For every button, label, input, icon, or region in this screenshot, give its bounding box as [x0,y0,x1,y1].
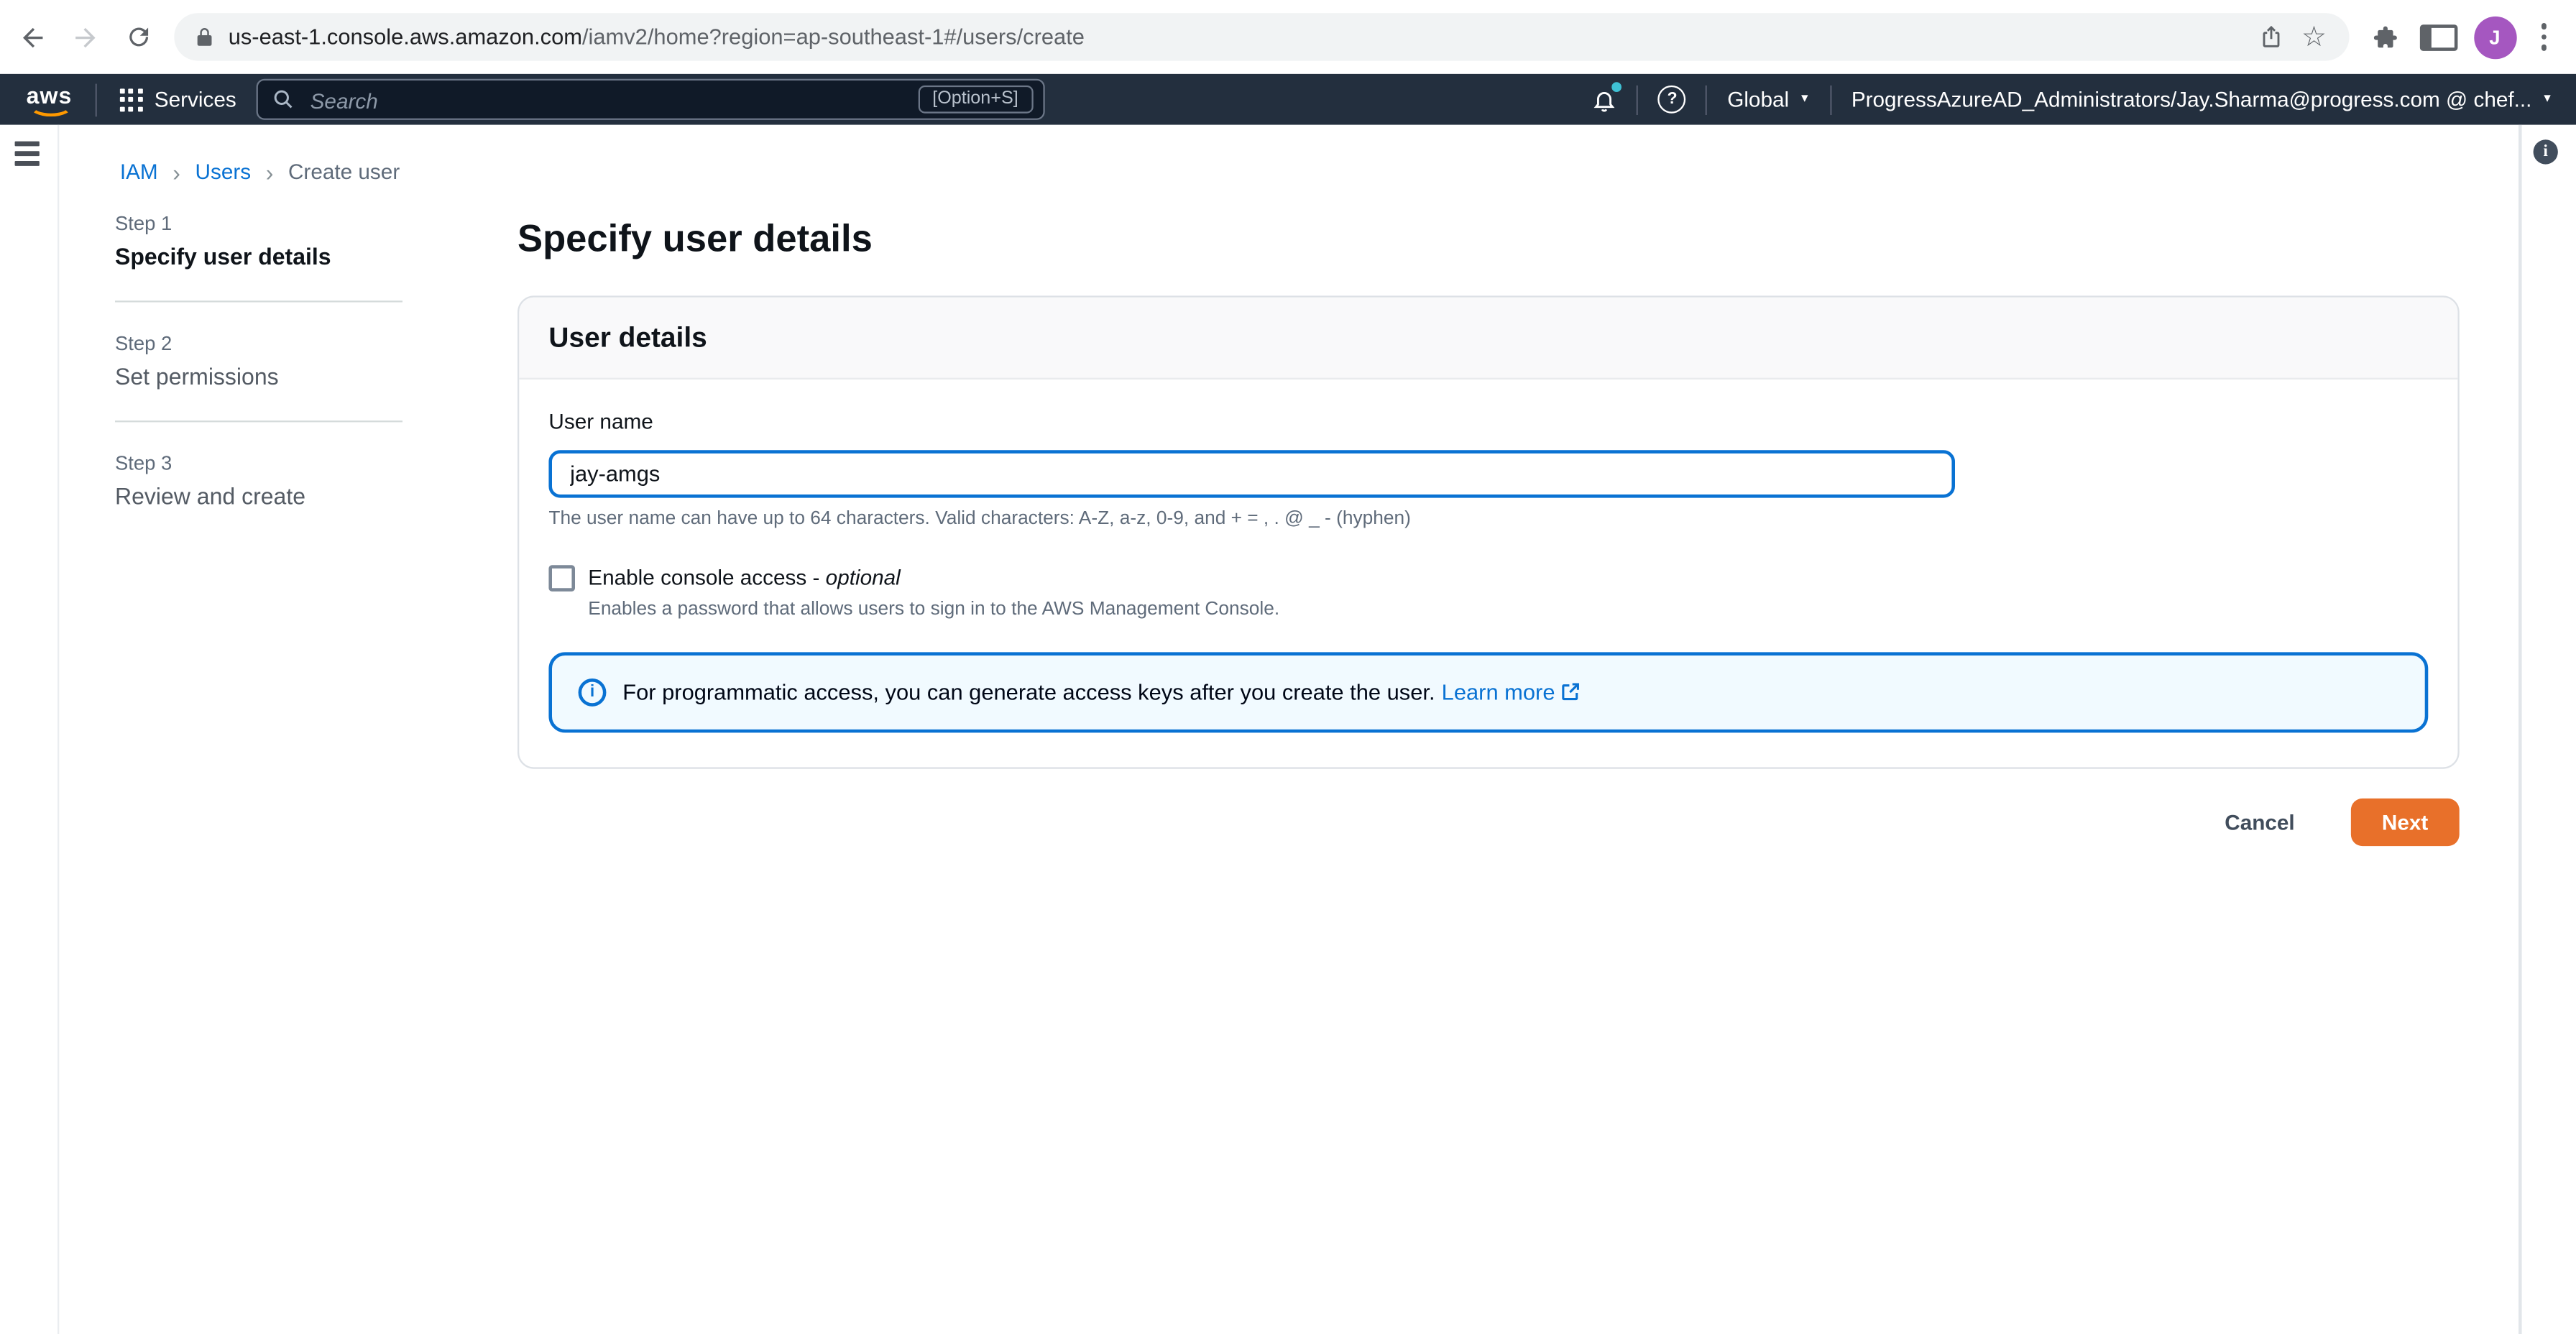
breadcrumb-chevron-icon: › [265,158,274,185]
url-text: us-east-1.console.aws.amazon.com/iamv2/h… [229,24,2250,49]
breadcrumb-chevron-icon: › [172,158,180,185]
reload-icon [129,27,147,47]
back-button[interactable] [13,17,52,57]
nav-divider [1830,84,1832,114]
chevron-down-icon: ▼ [1798,93,1811,106]
search-shortcut-hint: [Option+S] [917,84,1034,113]
screen: us-east-1.console.aws.amazon.com/iamv2/h… [0,0,2576,1334]
nav-divider [1706,84,1708,114]
puzzle-icon [2373,25,2396,47]
step-number: Step 2 [114,331,172,355]
username-constraint: The user name can have up to 64 characte… [548,509,1411,529]
console-access-description: Enables a password that allows users to … [588,599,1280,620]
console-access-row: Enable console access - optional Enables… [548,564,2428,620]
page-title: Specify user details [517,216,873,260]
step-item-2[interactable]: Step 2 Set permissions [115,332,402,390]
username-input[interactable] [548,450,1955,498]
right-rail-divider [2518,124,2522,1334]
console-search-box: [Option+S] [256,78,1045,122]
breadcrumb-link-iam[interactable]: IAM [120,160,158,184]
forward-arrow-icon [75,27,96,47]
card-body: User name The user name can have up to 6… [519,380,2457,767]
url-bar[interactable]: us-east-1.console.aws.amazon.com/iamv2/h… [174,13,2349,61]
breadcrumb-current: Create user [288,159,400,184]
region-selector[interactable]: Global ▼ [1727,87,1810,111]
breadcrumb-link-users[interactable]: Users [196,160,252,184]
info-icon: i [578,678,607,707]
account-menu[interactable]: ProgressAzureAD_Administrators/Jay.Sharm… [1852,87,2553,111]
search-input[interactable] [307,80,906,122]
search-icon [272,88,294,110]
alert-message: For programmatic access, you can generat… [622,680,1580,705]
console-access-label[interactable]: Enable console access - optional [588,565,901,589]
username-label: User name [548,409,653,434]
share-button[interactable] [2250,16,2292,58]
side-panel-icon [2419,24,2458,50]
aws-logo[interactable]: aws [27,82,73,117]
external-link-icon [1561,683,1578,701]
step-title: Set permissions [114,363,279,390]
url-domain: us-east-1.console.aws.amazon.com [228,24,582,50]
services-label: Services [154,87,236,112]
side-panel-button[interactable] [2419,17,2459,57]
services-menu[interactable]: Services [119,87,236,112]
breadcrumb: IAM › Users › Create user [120,160,400,184]
step-divider [114,300,402,303]
url-path: /iamv2/home?region=ap-southeast-1#/users… [581,24,1085,50]
step-number: Step 1 [114,211,172,235]
wizard-actions: Cancel Next [518,798,2460,847]
console-access-texts: Enable console access - optional Enables… [588,564,1280,620]
wizard-steps: Step 1 Specify user details Step 2 Set p… [114,212,402,510]
card-header-title: User details [548,321,707,354]
region-label: Global [1727,87,1790,112]
aws-smile-icon [29,96,73,117]
step-number: Step 3 [114,451,172,475]
optional-label: optional [825,565,901,590]
lock-icon [197,28,212,46]
left-rail-divider [57,124,60,1334]
nav-divider [1637,84,1639,114]
next-button[interactable]: Next [2350,798,2460,847]
card-header: User details [519,297,2458,380]
chevron-down-icon: ▼ [2542,93,2553,106]
side-nav-toggle[interactable] [14,141,40,165]
forward-button[interactable] [65,17,105,57]
learn-more-link[interactable]: Learn more [1442,680,1580,705]
browser-menu-button[interactable] [2531,20,2556,54]
account-label: ProgressAzureAD_Administrators/Jay.Sharm… [1851,87,2532,112]
profile-avatar[interactable]: J [2473,15,2516,59]
step-title: Review and create [114,482,306,510]
console-access-checkbox[interactable] [548,565,575,592]
step-title: Specify user details [114,243,331,270]
bookmark-button[interactable]: ☆ [2293,16,2335,58]
notification-dot [1612,81,1622,91]
aws-top-nav: aws Services [Option+S] ? Global ▼ [0,73,2576,125]
step-item-3[interactable]: Step 3 Review and create [115,452,402,510]
step-divider [114,420,402,423]
page-content: i IAM › Users › Create user Step 1 Speci… [0,124,2576,1334]
reload-button[interactable] [119,17,158,57]
bookmark-star-icon: ☆ [2301,21,2327,53]
step-item-1[interactable]: Step 1 Specify user details [115,212,402,270]
back-arrow-icon [22,27,43,47]
browser-toolbar: us-east-1.console.aws.amazon.com/iamv2/h… [0,0,2576,74]
nav-utilities: ? Global ▼ ProgressAzureAD_Administrator… [1593,81,2553,114]
help-button[interactable]: ? [1658,85,1687,114]
extensions-button[interactable] [2365,17,2404,57]
help-panel-toggle[interactable]: i [2533,139,2558,165]
share-icon [2263,25,2280,47]
nav-divider [95,83,97,116]
browser-actions: J [2365,15,2556,59]
cancel-button[interactable]: Cancel [2215,809,2305,837]
info-alert: i For programmatic access, you can gener… [548,652,2429,733]
notifications-button[interactable] [1593,81,1622,113]
main-panel: Specify user details User details User n… [517,216,2460,847]
user-details-card: User details User name The user name can… [517,295,2460,769]
services-grid-icon [119,88,143,111]
